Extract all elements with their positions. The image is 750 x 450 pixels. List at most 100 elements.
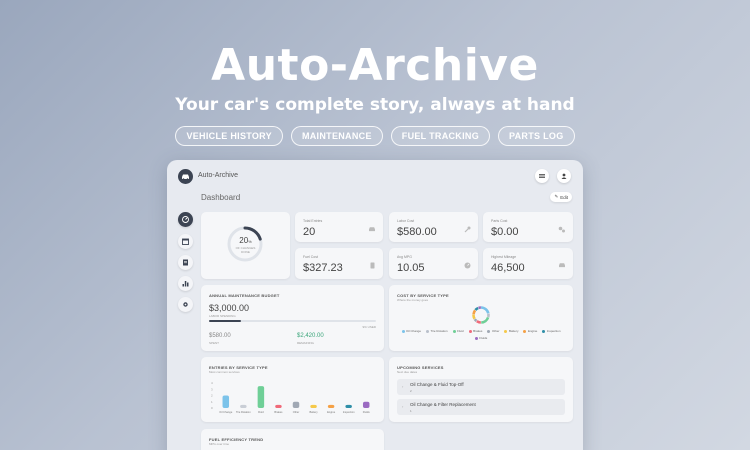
legend-swatch — [474, 336, 478, 340]
cost-subtitle: Where the money goes — [397, 298, 429, 302]
legend-item: Fluid — [452, 329, 464, 333]
dashboard-icon — [182, 216, 189, 223]
y-tick-label: 4 — [211, 381, 213, 385]
edit-label: Edit — [560, 194, 568, 200]
budget-remaining-caption: REMAINING — [297, 341, 315, 345]
bar — [292, 401, 300, 408]
entries-by-service-card: ENTRIES BY SERVICE TYPE Most common serv… — [201, 357, 384, 422]
chevron-right-icon: › — [402, 404, 404, 409]
stat-card-labor-cost: Labor Cost $580.00 — [389, 212, 478, 242]
y-tick-label: 3 — [211, 387, 213, 391]
hero-title: Auto-Archive — [211, 40, 539, 91]
page-title: Dashboard — [201, 193, 241, 202]
y-tick-label: 0 — [211, 406, 213, 410]
legend-swatch — [487, 329, 491, 333]
budget-progress-fill — [209, 320, 241, 322]
entries-subtitle: Most common services — [209, 370, 240, 374]
stat-value: 46,500 — [491, 262, 525, 274]
bar — [257, 386, 265, 408]
budget-remaining: $2,420.00 — [297, 333, 324, 339]
upcoming-item[interactable]: › Oil Change & Fluid Top-Off 2 — [397, 379, 565, 395]
stat-card-fuel-cost: Fuel Cost $327.23 — [295, 248, 383, 279]
stat-value: 10.05 — [397, 262, 425, 274]
car-icon — [559, 263, 565, 268]
bar — [327, 404, 335, 408]
stat-value: $327.23 — [303, 262, 343, 274]
budget-spent: $580.00 — [209, 333, 231, 339]
stat-card-total-entries: Total Entries 20 — [295, 212, 383, 242]
hero-subtitle: Your car's complete story, always at han… — [175, 95, 575, 115]
budget-spent-caption: SPENT — [209, 341, 220, 345]
legend-swatch — [401, 329, 405, 333]
budget-card: ANNUAL MAINTENANCE BUDGET $3,000.00 LABO… — [201, 285, 384, 351]
legend-item: Engine — [523, 329, 537, 333]
menu-button[interactable] — [535, 169, 549, 183]
cost-legend: Oil Change Tire Rotation Fluid Brakes Ot… — [401, 329, 561, 340]
legend-item: Battery — [504, 329, 518, 333]
nav-records[interactable] — [178, 255, 193, 270]
edit-button[interactable]: ✎ Edit — [550, 192, 572, 202]
progress-card: 20% OF CHANGES DONE — [201, 212, 290, 279]
x-tick-label: Oil Change — [219, 410, 233, 414]
user-icon — [561, 173, 567, 179]
app-window: Auto-Archive Dashboard ✎ Edit 20% OF CHA… — [167, 160, 583, 450]
cost-by-service-card: COST BY SERVICE TYPE Where the money goe… — [389, 285, 573, 351]
upcoming-item-count: 2 — [410, 389, 412, 393]
x-tick-label: Inspection — [343, 410, 355, 414]
app-name: Auto-Archive — [198, 172, 239, 179]
fuel-subtitle: MPG over time — [209, 442, 230, 446]
bar — [275, 404, 282, 408]
stat-value: 20 — [303, 226, 316, 238]
app-header: Auto-Archive — [167, 160, 583, 194]
upcoming-item[interactable]: › Oil Change & Filter Replacement 1 — [397, 399, 565, 415]
gauge-icon — [464, 262, 471, 269]
legend-item: Other — [487, 329, 499, 333]
upcoming-item-count: 1 — [410, 409, 412, 413]
bar — [222, 395, 230, 408]
calendar-icon — [182, 238, 189, 245]
bar — [362, 401, 370, 408]
stat-label: Highest Mileage — [491, 255, 517, 259]
bar — [310, 404, 317, 408]
legend-swatch — [523, 329, 527, 333]
wrench-icon — [464, 226, 471, 233]
fuel-efficiency-card: FUEL EFFICIENCY TREND MPG over time — [201, 429, 384, 450]
legend-item: Inspection — [542, 329, 561, 333]
x-tick-label: Battery — [309, 410, 318, 414]
stat-label: Parts Cost — [491, 219, 508, 223]
pill-maintenance: MAINTENANCE — [290, 126, 383, 146]
pill-parts-log: PARTS LOG — [498, 126, 575, 146]
stat-card-parts-cost: Parts Cost $0.00 — [483, 212, 573, 242]
pill-vehicle-history: VEHICLE HISTORY — [175, 126, 283, 146]
budget-title: ANNUAL MAINTENANCE BUDGET — [209, 293, 280, 298]
nav-analytics[interactable] — [178, 276, 193, 291]
upcoming-subtitle: Next due dates — [397, 370, 418, 374]
entries-bar-chart: 4 3 2 1 0 Oil Change Tire Rotation Fluid Brakes O… — [211, 381, 370, 414]
nav-settings[interactable] — [178, 297, 193, 312]
nav-calendar[interactable] — [178, 234, 193, 249]
menu-icon — [539, 174, 545, 178]
legend-swatch — [426, 329, 430, 333]
car-icon — [369, 227, 375, 232]
progress-caption-2: DONE — [241, 250, 250, 254]
nav-dashboard[interactable] — [178, 212, 193, 227]
settings-icon — [183, 302, 188, 307]
pill-fuel-tracking: FUEL TRACKING — [390, 126, 490, 146]
car-logo-icon[interactable] — [178, 169, 193, 184]
feature-pills: VEHICLE HISTORY MAINTENANCE FUEL TRACKIN… — [0, 126, 750, 146]
bar — [345, 404, 352, 408]
budget-progress-track — [209, 320, 376, 322]
stat-value: $580.00 — [397, 226, 437, 238]
chart-icon — [182, 281, 189, 287]
pencil-icon: ✎ — [554, 194, 559, 199]
stat-card-highest-mileage: Highest Mileage 46,500 — [483, 248, 573, 279]
legend-swatch — [468, 329, 472, 333]
upcoming-item-name: Oil Change & Filter Replacement — [410, 402, 476, 407]
user-button[interactable] — [557, 169, 571, 183]
stat-card-avg-mpg: Avg MPG 10.05 — [389, 248, 478, 279]
budget-used-caption: 9% USED — [362, 325, 376, 329]
gears-icon — [558, 226, 565, 233]
stat-label: Avg MPG — [397, 255, 412, 259]
cost-donut-chart — [472, 306, 490, 324]
legend-swatch — [504, 329, 508, 333]
